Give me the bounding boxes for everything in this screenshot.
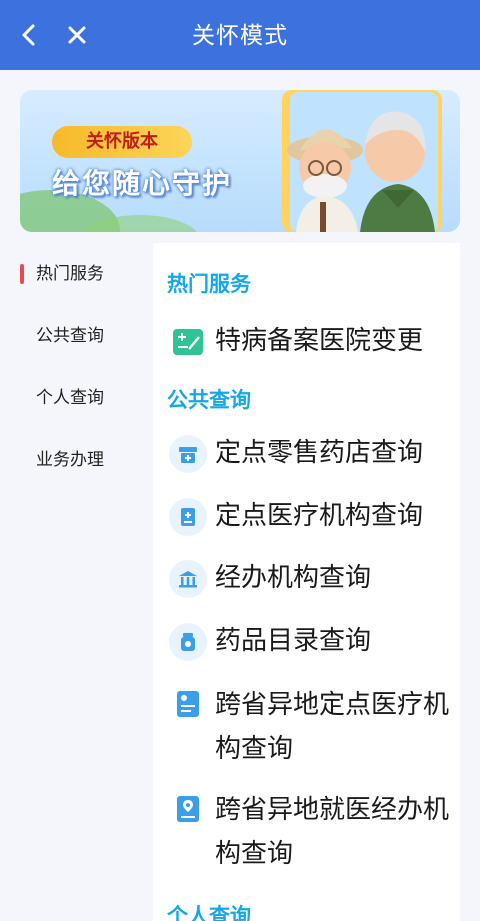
section-title-hot-services: 热门服务 bbox=[167, 272, 251, 296]
location-document-icon bbox=[169, 792, 207, 830]
sidebar-item-business[interactable]: 业务办理 bbox=[0, 429, 150, 491]
sidebar-item-hot-services[interactable]: 热门服务 bbox=[0, 243, 150, 305]
service-item-label: 跨省异地定点医疗机构查询 bbox=[215, 690, 450, 764]
service-item-label: 跨省异地就医经办机构查询 bbox=[215, 795, 450, 869]
section-title-public-query: 公共查询 bbox=[167, 388, 251, 412]
service-item-label: 特病备案医院变更 bbox=[215, 326, 424, 356]
banner-slogan: 给您随心守护 bbox=[52, 167, 233, 200]
service-item-label: 经办机构查询 bbox=[215, 563, 372, 593]
institution-building-icon bbox=[169, 560, 207, 598]
page-title: 关怀模式 bbox=[192, 23, 288, 49]
medicine-bottle-icon bbox=[169, 623, 207, 661]
category-sidebar: 热门服务 公共查询 个人查询 业务办理 bbox=[0, 243, 150, 491]
care-banner[interactable]: 关怀版本 给您随心守护 bbox=[20, 90, 460, 232]
sidebar-item-public-query[interactable]: 公共查询 bbox=[0, 305, 150, 367]
sidebar-item-personal-query[interactable]: 个人查询 bbox=[0, 367, 150, 429]
medical-report-icon bbox=[169, 687, 207, 725]
medical-document-icon bbox=[169, 498, 207, 536]
section-title-personal-query: 个人查询 bbox=[167, 904, 251, 921]
banner-tag: 关怀版本 bbox=[52, 126, 192, 158]
top-bar: 关怀模式 bbox=[0, 0, 480, 70]
elderly-couple-illustration bbox=[20, 90, 442, 232]
service-item-label: 定点零售药店查询 bbox=[215, 438, 424, 468]
pharmacy-store-icon bbox=[169, 435, 207, 473]
service-list: 热门服务 特病备案医院变更 公共查询 定点零售药店查询 定点医疗机构查询 经办机… bbox=[153, 243, 460, 921]
service-item-label: 药品目录查询 bbox=[215, 626, 372, 656]
service-item-label: 定点医疗机构查询 bbox=[215, 501, 424, 531]
edit-card-icon bbox=[169, 323, 207, 361]
